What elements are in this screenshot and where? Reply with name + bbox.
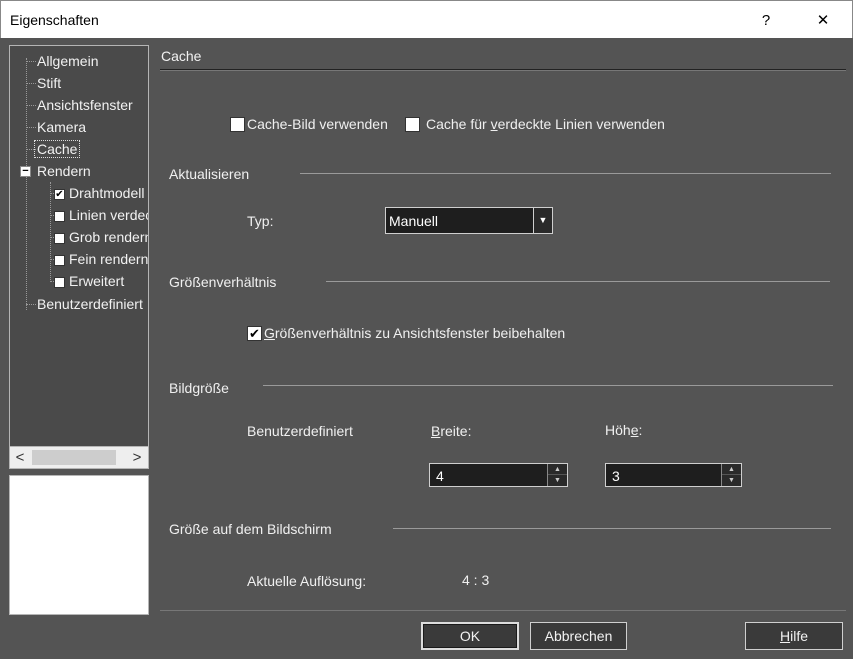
close-icon[interactable]: ✕ bbox=[800, 1, 846, 39]
keep-aspect-label[interactable]: Größenverhältnis zu Ansichtsfenster beib… bbox=[264, 325, 565, 341]
ok-button[interactable]: OK bbox=[421, 622, 519, 650]
keep-aspect-checkbox[interactable]: ✔ bbox=[247, 326, 262, 341]
section-divider bbox=[300, 173, 831, 174]
label-part: : bbox=[638, 422, 643, 438]
dropdown-value: Manuell bbox=[389, 213, 439, 229]
tree-item-allgemein[interactable]: Allgemein bbox=[37, 51, 98, 71]
update-section-label: Aktualisieren bbox=[169, 166, 250, 182]
spinner-buttons: ▲ ▼ bbox=[547, 464, 567, 486]
title-bar: Eigenschaften ? ✕ bbox=[0, 0, 853, 38]
tree-item-rendern[interactable]: Rendern bbox=[37, 161, 91, 181]
page-title: Cache bbox=[161, 48, 202, 64]
label-part: rößenverhältnis zu Ansichtsfenster beibe… bbox=[274, 325, 566, 341]
cache-hidden-lines-checkbox[interactable] bbox=[405, 117, 420, 132]
label-accelerator: H bbox=[779, 628, 791, 644]
section-divider bbox=[326, 281, 830, 282]
help-button[interactable]: Hilfe bbox=[745, 622, 843, 650]
tree-item-label: Fein rendern bbox=[69, 251, 149, 267]
help-title-button[interactable]: ? bbox=[743, 1, 789, 39]
scrollbar-thumb[interactable] bbox=[32, 450, 116, 465]
section-divider bbox=[263, 385, 833, 386]
label-part: ilfe bbox=[790, 628, 809, 644]
tree-guide-line bbox=[26, 58, 27, 310]
tree-item-kamera[interactable]: Kamera bbox=[37, 117, 86, 137]
label-accelerator: G bbox=[264, 325, 275, 341]
label-part: erdeckte Linien verwenden bbox=[497, 116, 665, 132]
update-type-dropdown[interactable]: Manuell ▼ bbox=[385, 207, 553, 234]
tree-item-label: Rendern bbox=[37, 163, 91, 179]
tree-guide-line bbox=[50, 182, 51, 282]
label-part: Höh bbox=[605, 422, 631, 438]
tree-connector bbox=[26, 105, 36, 106]
resolution-value: 4 : 3 bbox=[462, 572, 490, 588]
tree-connector bbox=[26, 83, 36, 84]
chevron-down-icon[interactable]: ▼ bbox=[533, 208, 552, 233]
cancel-button[interactable]: Abbrechen bbox=[530, 622, 627, 650]
tree-item-linien-verdeckt[interactable]: Linien verdeckt bbox=[54, 205, 148, 225]
checkbox-icon[interactable] bbox=[54, 276, 65, 288]
tree-connector bbox=[26, 61, 36, 62]
use-cache-image-checkbox[interactable] bbox=[230, 117, 245, 132]
tree-item-benutzerdefiniert[interactable]: Benutzerdefiniert bbox=[37, 294, 143, 314]
width-spinner[interactable]: 4 ▲ ▼ bbox=[429, 463, 568, 487]
window-title: Eigenschaften bbox=[10, 12, 99, 28]
tree-item-fein-rendern[interactable]: Fein rendern bbox=[54, 249, 148, 269]
section-divider bbox=[393, 528, 831, 529]
checkbox-checked-icon[interactable]: ✔ bbox=[54, 188, 65, 200]
checkbox-icon[interactable] bbox=[54, 254, 65, 266]
tree-item-drahtmodell[interactable]: ✔ Drahtmodell bbox=[54, 183, 144, 203]
spin-down-icon[interactable]: ▼ bbox=[722, 475, 741, 486]
label-part: Cache für bbox=[426, 116, 491, 132]
tree-item-grob-rendern[interactable]: Grob rendern bbox=[54, 227, 149, 247]
height-spinner[interactable]: 3 ▲ ▼ bbox=[605, 463, 742, 487]
height-label: Höhe: bbox=[605, 422, 642, 438]
preview-area bbox=[9, 475, 149, 615]
scroll-right-icon[interactable]: > bbox=[128, 448, 146, 468]
checkbox-icon[interactable] bbox=[54, 210, 65, 222]
spin-down-icon[interactable]: ▼ bbox=[548, 475, 567, 486]
label-accelerator: B bbox=[431, 423, 441, 439]
image-size-section-label: Bildgröße bbox=[169, 380, 229, 396]
tree-connector bbox=[26, 304, 36, 305]
tree-item-label: Kamera bbox=[37, 119, 87, 135]
title-divider bbox=[160, 69, 846, 71]
type-label: Typ: bbox=[247, 213, 274, 229]
tree-horizontal-scrollbar[interactable]: < > bbox=[10, 446, 148, 468]
property-tree[interactable]: Allgemein Stift Ansichtsfenster Kamera C… bbox=[9, 45, 149, 469]
width-label: Breite: bbox=[431, 423, 471, 439]
tree-item-ansichtsfenster[interactable]: Ansichtsfenster bbox=[37, 95, 133, 115]
height-input[interactable]: 3 bbox=[612, 468, 620, 484]
tree-connector bbox=[26, 127, 36, 128]
spin-up-icon[interactable]: ▲ bbox=[722, 464, 741, 475]
use-cache-image-label[interactable]: Cache-Bild verwenden bbox=[247, 116, 388, 132]
tree-item-label: Stift bbox=[37, 75, 62, 91]
width-input[interactable]: 4 bbox=[436, 468, 444, 484]
screen-size-section-label: Größe auf dem Bildschirm bbox=[169, 521, 332, 537]
scroll-left-icon[interactable]: < bbox=[11, 448, 29, 468]
collapse-icon[interactable]: − bbox=[20, 166, 31, 177]
cache-hidden-lines-label[interactable]: Cache für verdeckte Linien verwenden bbox=[426, 116, 665, 132]
tree-item-stift[interactable]: Stift bbox=[37, 73, 61, 93]
label-part: reite: bbox=[440, 423, 472, 439]
tree-item-label: Ansichtsfenster bbox=[37, 97, 133, 113]
label-accelerator: v bbox=[490, 116, 498, 132]
tree-item-label: Allgemein bbox=[37, 53, 99, 69]
spin-up-icon[interactable]: ▲ bbox=[548, 464, 567, 475]
tree-item-cache[interactable]: Cache bbox=[34, 139, 81, 159]
panel-bottom-border bbox=[160, 610, 846, 611]
aspect-section-label: Größenverhältnis bbox=[169, 274, 277, 290]
tree-item-label: Erweitert bbox=[69, 273, 125, 289]
tree-item-label: Benutzerdefiniert bbox=[37, 296, 143, 312]
tree-item-label: Grob rendern bbox=[69, 229, 149, 245]
checkbox-icon[interactable] bbox=[54, 232, 65, 244]
spinner-buttons: ▲ ▼ bbox=[721, 464, 741, 486]
tree-item-label: Cache bbox=[34, 140, 81, 158]
tree-item-label: Drahtmodell bbox=[69, 185, 145, 201]
tree-item-erweitert[interactable]: Erweitert bbox=[54, 271, 124, 291]
resolution-label: Aktuelle Auflösung: bbox=[247, 573, 367, 589]
tree-item-label: Linien verdeckt bbox=[69, 207, 148, 223]
custom-size-label: Benutzerdefiniert bbox=[247, 423, 353, 439]
